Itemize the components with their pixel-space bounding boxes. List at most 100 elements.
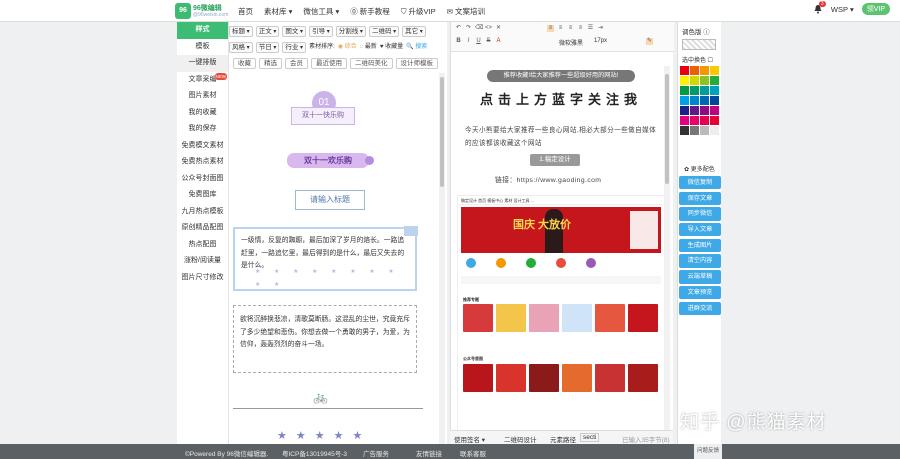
footer-support[interactable]: 联系客服 [460, 448, 486, 458]
color-swatch[interactable] [680, 66, 689, 75]
dropdown-festival[interactable]: 节日 [255, 42, 280, 53]
filter-recent[interactable]: 最近使用 [311, 58, 347, 69]
color-swatch[interactable] [690, 96, 699, 105]
style-scrollbar[interactable] [439, 73, 445, 444]
align-left-icon[interactable]: ≡ [547, 25, 554, 32]
redo-icon[interactable]: ↷ [465, 25, 472, 32]
filter-selected[interactable]: 精选 [259, 58, 282, 69]
undo-icon[interactable]: ↶ [455, 25, 462, 32]
sidebar-item-free-hot[interactable]: 免费热点素材 [177, 154, 228, 171]
filter-collect[interactable]: 收藏 [233, 58, 256, 69]
color-swatch[interactable] [700, 96, 709, 105]
feedback-button[interactable]: 问题反馈 [694, 444, 722, 459]
style-item-input-title[interactable]: 请输入标题 [295, 190, 365, 210]
sidebar-item-saved[interactable]: 我的保存 [177, 121, 228, 138]
element-path-value[interactable]: secti [580, 433, 600, 442]
filter-member[interactable]: 会员 [285, 58, 308, 69]
nav-upgrade-vip[interactable]: ⛉ 升级VIP [401, 6, 436, 17]
dropdown-guide[interactable]: 引导 [309, 26, 333, 37]
sidebar-item-original-art[interactable]: 原创精品配图 [177, 220, 228, 237]
color-swatch[interactable] [700, 86, 709, 95]
align-right-icon[interactable]: ≡ [567, 25, 574, 32]
underline-icon[interactable]: U [475, 38, 482, 45]
sync-wechat-button[interactable]: 同步微信 [679, 207, 721, 221]
scrollbar-thumb[interactable] [665, 74, 669, 184]
style-item-divider[interactable]: 🚲 [233, 387, 423, 415]
color-swatch[interactable] [710, 96, 719, 105]
italic-icon[interactable]: I [465, 38, 472, 45]
nav-home[interactable]: 首页 [238, 6, 253, 17]
import-article-button[interactable]: 导入文章 [679, 223, 721, 237]
wechat-copy-button[interactable]: 微信复制 [679, 176, 721, 190]
color-swatch[interactable] [690, 106, 699, 115]
font-family-select[interactable]: 微软雅黑 [559, 38, 583, 47]
join-group-button[interactable]: 进群交流 [679, 301, 721, 315]
sort-favorites[interactable]: ♥ 收藏量 [380, 42, 403, 53]
font-color-icon[interactable]: A [495, 38, 502, 45]
html-icon[interactable]: <> [485, 25, 492, 32]
color-swatch[interactable] [710, 66, 719, 75]
sidebar-item-growth[interactable]: 涨粉/阅读量 [177, 253, 228, 270]
more-colors-link[interactable]: ✿ 更多配色 [684, 164, 715, 173]
sidebar-item-gallery[interactable]: 免费图库 [177, 187, 228, 204]
color-swatch[interactable] [710, 86, 719, 95]
bell-icon[interactable]: 3 [813, 1, 826, 14]
sidebar-item-cover[interactable]: 公众号封面图 [177, 171, 228, 188]
format-icon[interactable]: ⌫ [475, 25, 483, 32]
color-swatch[interactable] [690, 116, 699, 125]
footer-ads[interactable]: 广告服务 [363, 448, 389, 458]
color-swatch[interactable] [690, 76, 699, 85]
dropdown-image-text[interactable]: 图文 [282, 26, 307, 37]
signature-select[interactable]: 使用签名 ▾ [454, 434, 485, 444]
color-swatch[interactable] [700, 126, 709, 135]
sidebar-item-hot-art[interactable]: 热点配图 [177, 237, 228, 254]
dropdown-body[interactable]: 正文 [255, 26, 280, 37]
site-logo[interactable]: 96 96微编辑 @96weixin.com [175, 3, 228, 19]
color-swatch[interactable] [710, 126, 719, 135]
color-swatch[interactable] [680, 96, 689, 105]
color-swatch[interactable] [680, 106, 689, 115]
clear-content-button[interactable]: 清空内容 [679, 254, 721, 268]
editor-content[interactable]: 推荐收藏!给大家推荐一些超级好用的网站! 点击上方蓝字关注我 今天小熊要给大家推… [457, 66, 665, 444]
nav-training[interactable]: ✉ 文案培训 [447, 6, 485, 17]
bold-icon[interactable]: B [455, 38, 462, 45]
dropdown-qrcode[interactable]: 二维码 [368, 26, 400, 37]
sidebar-item-free-text[interactable]: 免费模文素材 [177, 138, 228, 155]
dropdown-style[interactable]: 风格 [229, 42, 253, 53]
sort-overall[interactable]: ◉ 综合 [338, 42, 357, 53]
sidebar-item-resize[interactable]: 图片尺寸修改 [177, 270, 228, 287]
color-swatch[interactable] [690, 86, 699, 95]
strikethrough-icon[interactable]: S [485, 38, 492, 45]
color-swatch[interactable] [700, 116, 709, 125]
color-swatch[interactable] [680, 116, 689, 125]
generate-image-button[interactable]: 生成图片 [679, 238, 721, 253]
filter-designer[interactable]: 设计师模板 [395, 58, 438, 69]
clear-icon[interactable]: ✕ [495, 25, 502, 32]
color-swatch[interactable] [680, 86, 689, 95]
nav-materials[interactable]: 素材库 ▾ [264, 6, 292, 17]
footer-links[interactable]: 友情链接 [416, 448, 442, 458]
scrollbar-thumb[interactable] [440, 77, 444, 187]
sort-newest[interactable]: ◌ 最新 [360, 42, 377, 53]
dropdown-title[interactable]: 标题 [229, 26, 253, 37]
color-swatch[interactable] [710, 116, 719, 125]
align-center-icon[interactable]: ≡ [557, 25, 564, 32]
user-menu[interactable]: WSP ▾ [831, 5, 854, 14]
list-icon[interactable]: ☰ [587, 25, 594, 32]
select-replace-color[interactable]: 选中换色 ☐ [682, 55, 713, 64]
vip-button[interactable]: 领VIP [861, 3, 890, 15]
sidebar-item-images[interactable]: 图片素材 [177, 88, 228, 105]
editor-scrollbar[interactable] [664, 66, 670, 452]
preview-article-button[interactable]: 文章预览 [679, 285, 721, 300]
color-swatch[interactable] [700, 66, 709, 75]
dropdown-industry[interactable]: 行业 [282, 42, 307, 53]
qr-design-link[interactable]: 二维码设计 [504, 434, 537, 444]
dropdown-divider[interactable]: 分割线 [335, 26, 366, 37]
color-swatch[interactable] [680, 76, 689, 85]
current-color-select[interactable] [682, 39, 716, 50]
sidebar-item-sept-templates[interactable]: 九月热点模板 [177, 204, 228, 221]
style-item-pill-title[interactable]: 双十一欢乐购 [287, 153, 374, 168]
color-swatch[interactable] [690, 126, 699, 135]
sidebar-item-templates[interactable]: 模板 [177, 39, 228, 56]
cloud-draft-button[interactable]: 云端草稿 [679, 270, 721, 284]
